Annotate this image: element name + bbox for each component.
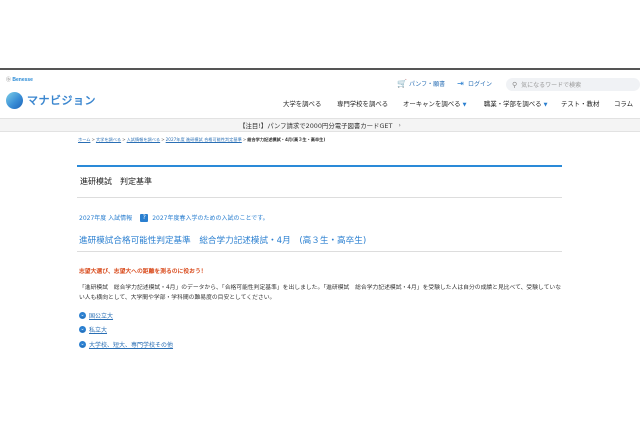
- chevron-down-icon: ▼: [543, 102, 548, 108]
- search-icon: ⚲: [512, 80, 518, 89]
- nav-item-vocational[interactable]: 専門学校を調べる: [337, 99, 388, 108]
- section-title: 進研模試 判定基準: [80, 177, 152, 186]
- category-note: 2027年度春入学のための入試のことです。: [152, 215, 269, 222]
- section-title-box: 進研模試 判定基準: [77, 165, 562, 198]
- pamphlet-link[interactable]: 🛒 パンフ・願書: [397, 79, 445, 88]
- search-input[interactable]: ⚲ 気になるワードで検索: [506, 78, 640, 91]
- nav-item-tests[interactable]: テスト・教材: [561, 99, 599, 108]
- chevron-down-circle-icon: ⌄: [79, 312, 86, 319]
- page-title: 進研模試合格可能性判定基準 総合学力記述模試・4月 (高３生・高卒生): [79, 236, 367, 246]
- login-link[interactable]: ⇥ ログイン: [456, 79, 492, 88]
- promo-banner[interactable]: 【注目!】パンフ請求で2000円分電子図書カードGET ›: [0, 118, 640, 132]
- link-others[interactable]: ⌄ 大学校、短大、専門学校その他: [79, 340, 173, 349]
- chevron-down-circle-icon: ⌄: [79, 326, 86, 333]
- breadcrumb-admissions[interactable]: 入試情報を調べる: [127, 137, 161, 142]
- benesse-logo: ⓑ Benesse: [6, 77, 33, 83]
- main-nav: 大学を調べる 専門学校を調べる オーキャンを調べる ▼ 職業・学部を調べる ▼ …: [0, 99, 640, 109]
- question-icon: ?: [140, 213, 149, 222]
- promo-text: 【注目!】パンフ請求で2000円分電子図書カードGET: [239, 121, 393, 130]
- nav-item-opencampus[interactable]: オーキャンを調べる ▼: [403, 99, 466, 108]
- category-line: 2027年度 入試情報 ? 2027年度春入学のための入試のことです。: [79, 213, 269, 222]
- login-icon: ⇥: [457, 79, 464, 88]
- breadcrumb-universities[interactable]: 大学を調べる: [96, 137, 121, 142]
- cart-icon: 🛒: [397, 79, 407, 88]
- breadcrumb: ホーム>大学を調べる>入試情報を調べる>2027年度 進研模試 合格可能性判定基…: [78, 137, 326, 142]
- breadcrumb-criteria[interactable]: 2027年度 進研模試 合格可能性判定基準: [166, 137, 242, 142]
- link-private[interactable]: ⌄ 私立大: [79, 325, 107, 334]
- link-national-public[interactable]: ⌄ 国公立大: [79, 311, 113, 320]
- pamphlet-label: パンフ・願書: [409, 81, 446, 88]
- nav-item-jobs[interactable]: 職業・学部を調べる ▼: [484, 99, 547, 108]
- title-divider: [77, 251, 562, 252]
- lead-text: 志望大選び、志望大への距離を測るのに役おう！: [79, 269, 207, 275]
- chevron-right-icon: ›: [398, 121, 401, 129]
- body-text: 「進研模試 総合学力記述模試・4月」のデータから、「合格可能性判定基準」を出しま…: [79, 285, 562, 301]
- chevron-down-icon: ▼: [462, 102, 467, 108]
- login-label: ログイン: [468, 81, 493, 88]
- nav-item-universities[interactable]: 大学を調べる: [283, 99, 321, 108]
- search-placeholder: 気になるワードで検索: [521, 82, 582, 89]
- chevron-down-circle-icon: ⌄: [79, 341, 86, 348]
- breadcrumb-home[interactable]: ホーム: [78, 137, 90, 142]
- breadcrumb-current: 総合学力記述模試・4月(高３生・高卒生): [247, 137, 326, 142]
- category-label[interactable]: 2027年度 入試情報: [79, 213, 132, 222]
- top-border: [0, 68, 640, 70]
- nav-item-column[interactable]: コラム: [614, 99, 633, 108]
